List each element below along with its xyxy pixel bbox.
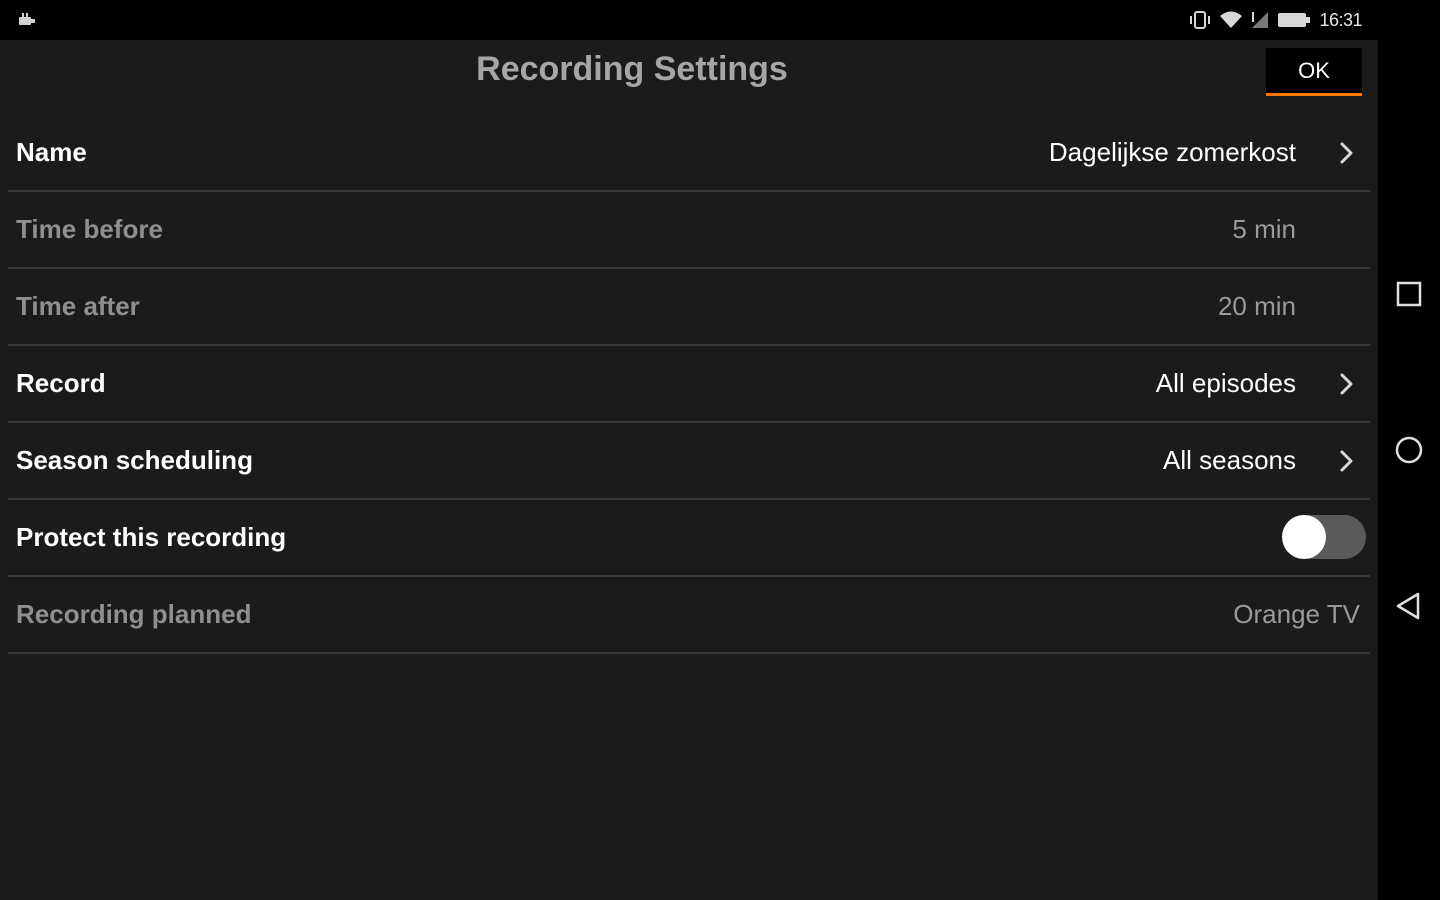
setting-row-record[interactable]: Record All episodes <box>8 346 1370 423</box>
setting-value-time-after: 20 min <box>1217 291 1296 321</box>
setting-label-protect: Protect this recording <box>16 522 287 552</box>
setting-label-time-before: Time before <box>16 214 163 244</box>
setting-value-name: Dagelijkse zomerkost <box>1048 137 1296 167</box>
status-time: 16:31 <box>1319 9 1362 30</box>
home-icon[interactable] <box>1393 434 1425 466</box>
page-title: Recording Settings <box>476 50 788 88</box>
chevron-right-icon <box>1340 373 1353 395</box>
setting-row-season-scheduling[interactable]: Season scheduling All seasons <box>8 423 1370 500</box>
wifi-icon <box>1220 11 1243 28</box>
setting-value-time-before: 5 min <box>1232 214 1296 244</box>
setting-row-time-after: Time after 20 min <box>8 269 1370 346</box>
battery-icon <box>1278 13 1311 27</box>
setting-label-name: Name <box>16 137 87 167</box>
setting-value-season-scheduling: All seasons <box>1163 445 1296 475</box>
setting-value-record: All episodes <box>1155 368 1296 398</box>
setting-row-time-before: Time before 5 min <box>8 192 1370 269</box>
navigation-bar <box>1378 40 1440 900</box>
header: Recording Settings OK <box>0 40 1378 116</box>
usb-icon <box>19 13 35 25</box>
setting-label-record: Record <box>16 368 106 398</box>
chevron-right-icon <box>1340 450 1353 472</box>
protect-toggle[interactable] <box>1282 509 1366 565</box>
ok-button[interactable]: OK <box>1266 48 1362 96</box>
setting-row-recording-planned: Recording planned Orange TV <box>8 577 1370 654</box>
setting-row-protect: Protect this recording <box>8 500 1370 577</box>
setting-label-time-after: Time after <box>16 291 140 321</box>
setting-label-recording-planned: Recording planned <box>16 599 252 629</box>
setting-label-season-scheduling: Season scheduling <box>16 445 253 475</box>
setting-value-recording-planned: Orange TV <box>1233 599 1360 629</box>
toggle-thumb <box>1282 515 1326 559</box>
back-icon[interactable] <box>1393 590 1425 622</box>
vibrate-icon <box>1190 11 1211 29</box>
signal-icon <box>1252 12 1269 28</box>
status-indicators: 16:31 <box>1189 8 1362 32</box>
status-bar: 16:31 <box>0 0 1440 40</box>
setting-row-name[interactable]: Name Dagelijkse zomerkost <box>8 115 1370 192</box>
chevron-right-icon <box>1340 142 1353 164</box>
recent-apps-icon[interactable] <box>1393 278 1425 310</box>
settings-list: Name Dagelijkse zomerkost Time before 5 … <box>8 115 1370 654</box>
